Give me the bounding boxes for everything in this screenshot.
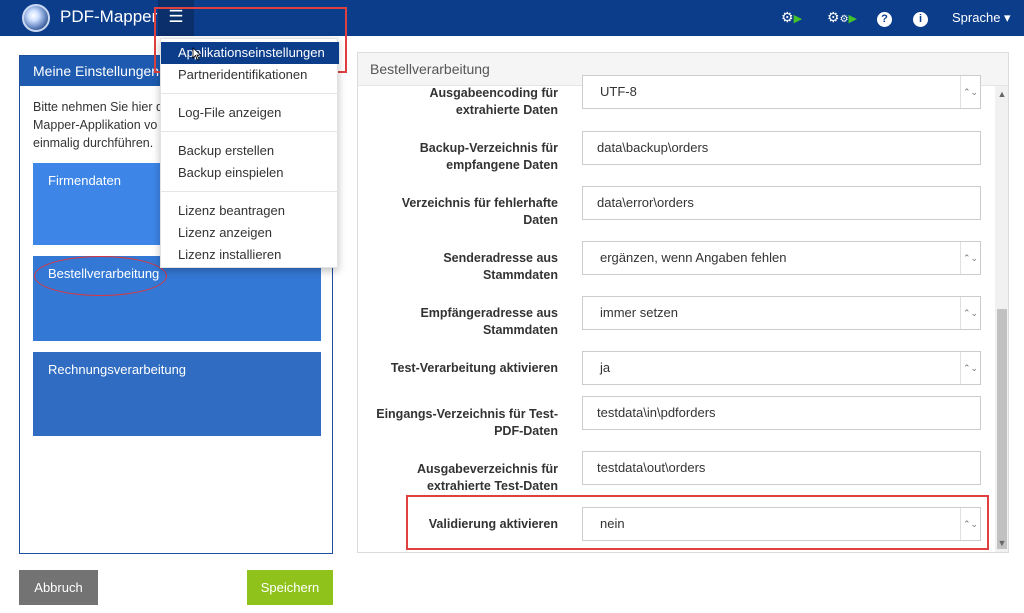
field-label: Empfängeradresse aus Stammdaten: [363, 305, 558, 339]
help-icon[interactable]: ?: [877, 9, 892, 27]
gears-play-icon[interactable]: ⚙⚙▶: [827, 9, 857, 26]
label-line: extrahierte Test-Daten: [426, 479, 558, 493]
test-input-directory-input[interactable]: testdata\in\pdforders: [582, 396, 981, 430]
menu-item-log-file[interactable]: Log-File anzeigen: [161, 102, 339, 124]
menu-item-license-request[interactable]: Lizenz beantragen: [161, 200, 339, 222]
field-label: Ausgabeencoding für extrahierte Daten: [363, 85, 558, 119]
top-navbar: PDF-Mapper ☰ ⚙▶ ⚙⚙▶ ? i Sprache ▾: [0, 0, 1024, 36]
field-label: Ausgabeverzeichnis für extrahierte Test-…: [363, 461, 558, 495]
test-processing-select[interactable]: ja ⌃⌄: [582, 351, 981, 385]
label-line: Daten: [523, 213, 558, 227]
select-value: UTF-8: [600, 84, 637, 99]
menu-divider: [161, 191, 339, 192]
label-line: Ausgabeencoding für: [429, 86, 558, 100]
order-processing-panel: Bestellverarbeitung Ausgabeencoding für …: [357, 52, 1009, 553]
app-logo: [22, 4, 50, 32]
info-icon[interactable]: i: [913, 9, 928, 27]
input-value: testdata\in\pdforders: [597, 405, 716, 420]
label-line: Validierung aktivieren: [428, 517, 558, 531]
field-label: Senderadresse aus Stammdaten: [363, 250, 558, 284]
field-label: Backup-Verzeichnis für empfangene Daten: [363, 140, 558, 174]
output-encoding-select[interactable]: UTF-8 ⌃⌄: [582, 75, 981, 109]
select-value: nein: [600, 516, 625, 531]
label-line: Eingangs-Verzeichnis für Test-: [376, 407, 558, 421]
input-value: data\error\orders: [597, 195, 694, 210]
tile-label: Rechnungsverarbeitung: [48, 362, 187, 377]
cancel-button[interactable]: Abbruch: [19, 570, 98, 605]
select-value: ergänzen, wenn Angaben fehlen: [600, 250, 787, 265]
label-line: PDF-Daten: [494, 424, 558, 438]
save-button[interactable]: Speichern: [247, 570, 333, 605]
menu-divider: [161, 131, 339, 132]
input-value: data\backup\orders: [597, 140, 709, 155]
menu-divider: [161, 93, 339, 94]
sender-address-select[interactable]: ergänzen, wenn Angaben fehlen ⌃⌄: [582, 241, 981, 275]
field-label: Validierung aktivieren: [363, 516, 558, 533]
label-line: Verzeichnis für fehlerhafte: [401, 196, 558, 210]
tile-label: Firmendaten: [48, 173, 121, 188]
validation-select[interactable]: nein ⌃⌄: [582, 507, 981, 541]
field-label: Verzeichnis für fehlerhafte Daten: [363, 195, 558, 229]
language-menu[interactable]: Sprache ▾: [952, 10, 1011, 26]
hamburger-icon[interactable]: ☰: [158, 0, 194, 36]
tile-rechnungsverarbeitung[interactable]: Rechnungsverarbeitung: [33, 352, 321, 436]
scroll-down-icon[interactable]: ▼: [996, 535, 1008, 551]
label-line: Ausgabeverzeichnis für: [416, 462, 558, 476]
backup-directory-input[interactable]: data\backup\orders: [582, 131, 981, 165]
chevron-updown-icon: ⌃⌄: [960, 297, 980, 329]
chevron-updown-icon: ⌃⌄: [960, 76, 980, 108]
highlight-oval: [34, 256, 167, 296]
select-value: ja: [600, 360, 611, 375]
test-output-directory-input[interactable]: testdata\out\orders: [582, 451, 981, 485]
menu-item-app-settings[interactable]: Applikationseinstellungen: [161, 42, 339, 64]
label-line: empfangene Daten: [446, 158, 558, 172]
label-line: Empfängeradresse aus: [420, 306, 558, 320]
chevron-updown-icon: ⌃⌄: [960, 242, 980, 274]
chevron-updown-icon: ⌃⌄: [960, 508, 980, 540]
panel-scrollbar[interactable]: ▲ ▼: [995, 86, 1008, 552]
app-title[interactable]: PDF-Mapper: [60, 7, 157, 27]
gear-play-icon[interactable]: ⚙▶: [781, 9, 802, 26]
field-label: Eingangs-Verzeichnis für Test- PDF-Daten: [363, 406, 558, 440]
select-value: immer setzen: [600, 305, 679, 320]
scroll-thumb[interactable]: [997, 309, 1007, 549]
menu-item-license-show[interactable]: Lizenz anzeigen: [161, 222, 339, 244]
menu-item-backup-create[interactable]: Backup erstellen: [161, 140, 339, 162]
label-line: Stammdaten: [482, 323, 558, 337]
input-value: testdata\out\orders: [597, 460, 706, 475]
chevron-updown-icon: ⌃⌄: [960, 352, 980, 384]
scroll-up-icon[interactable]: ▲: [996, 86, 1008, 102]
recipient-address-select[interactable]: immer setzen ⌃⌄: [582, 296, 981, 330]
label-line: Backup-Verzeichnis für: [419, 141, 558, 155]
mouse-pointer-icon: [192, 47, 202, 61]
menu-item-partner-ids[interactable]: Partneridentifikationen: [161, 64, 339, 86]
label-line: extrahierte Daten: [455, 103, 558, 117]
field-label: Test-Verarbeitung aktivieren: [363, 360, 558, 377]
label-line: Senderadresse aus: [443, 251, 558, 265]
app-menu-dropdown: Applikationseinstellungen Partneridentif…: [160, 38, 339, 268]
menu-item-backup-restore[interactable]: Backup einspielen: [161, 162, 339, 184]
error-directory-input[interactable]: data\error\orders: [582, 186, 981, 220]
label-line: Stammdaten: [482, 268, 558, 282]
menu-item-license-install[interactable]: Lizenz installieren: [161, 244, 339, 266]
label-line: Test-Verarbeitung aktivieren: [390, 361, 558, 375]
